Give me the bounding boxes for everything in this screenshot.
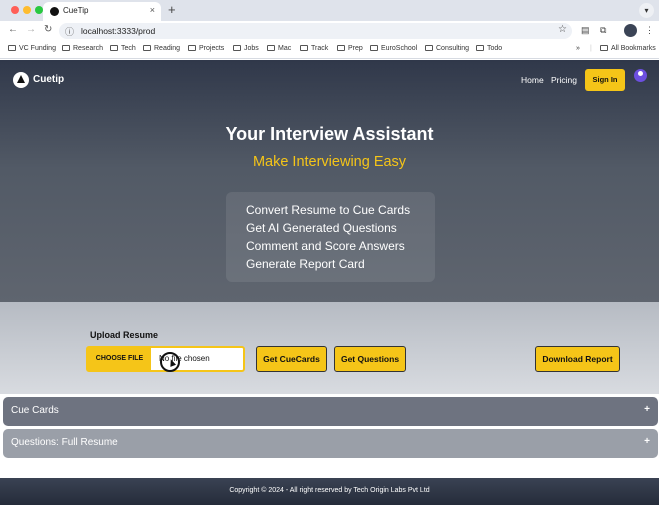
get-questions-button[interactable]: Get Questions <box>334 346 406 372</box>
feature-item: Comment and Score Answers <box>246 239 405 253</box>
bookmark-folder[interactable]: Todo <box>476 45 502 52</box>
forward-icon[interactable]: → <box>26 24 36 35</box>
folder-icon <box>267 45 275 51</box>
feature-item: Convert Resume to Cue Cards <box>246 203 411 217</box>
folder-icon <box>143 45 151 51</box>
accordion-title: Questions: Full Resume <box>11 437 118 448</box>
folder-icon <box>476 45 484 51</box>
cuetip-logo-icon[interactable] <box>13 72 29 88</box>
tab-title: CueTip <box>63 6 89 15</box>
cue-cards-accordion[interactable]: Cue Cards + <box>3 397 658 426</box>
folder-icon <box>8 45 16 51</box>
bookmark-folder[interactable]: EuroSchool <box>370 45 417 52</box>
new-tab-icon[interactable]: + <box>168 2 176 17</box>
tab-close-icon[interactable]: × <box>150 5 155 15</box>
upload-section: Upload Resume CHOOSE FILE No file chosen… <box>0 302 659 394</box>
bookmark-folder[interactable]: Tech <box>110 45 136 52</box>
cuetip-favicon-icon <box>50 7 59 16</box>
feature-item: Generate Report Card <box>246 257 365 271</box>
reload-icon[interactable]: ↻ <box>44 24 52 35</box>
bookmark-folder[interactable]: Prep <box>337 45 363 52</box>
sign-in-button[interactable]: Sign In <box>585 69 625 91</box>
bookmark-folder[interactable]: Track <box>300 45 328 52</box>
folder-icon <box>370 45 378 51</box>
tab-search-icon[interactable]: ▾ <box>639 3 654 18</box>
bookmark-star-icon[interactable]: ☆ <box>558 24 567 35</box>
folder-icon <box>233 45 241 51</box>
brand-name[interactable]: Cuetip <box>33 74 64 85</box>
all-bookmarks[interactable]: All Bookmarks <box>600 45 656 52</box>
back-icon[interactable]: ← <box>8 24 18 35</box>
folder-icon <box>600 45 608 51</box>
bookmark-folder[interactable]: Consulting <box>425 45 469 52</box>
folder-icon <box>188 45 196 51</box>
bookmark-folder[interactable]: Reading <box>143 45 180 52</box>
profile-icon[interactable] <box>624 24 637 37</box>
bookmark-folder[interactable]: Research <box>62 45 103 52</box>
menu-icon[interactable]: ⋮ <box>645 25 654 36</box>
folder-icon <box>300 45 308 51</box>
url-field[interactable]: ⓘ localhost:3333/prod ☆ <box>59 23 572 39</box>
browser-tab-bar: CueTip × + ▾ <box>0 0 659 21</box>
expand-plus-icon[interactable]: + <box>644 436 650 447</box>
bookmarks-divider: | <box>590 45 592 52</box>
folder-icon <box>425 45 433 51</box>
choose-file-button[interactable]: CHOOSE FILE <box>88 348 151 370</box>
bookmark-folder[interactable]: Projects <box>188 45 224 52</box>
minimize-window-icon[interactable] <box>23 6 31 14</box>
close-window-icon[interactable] <box>11 6 19 14</box>
get-cuecards-button[interactable]: Get CueCards <box>256 346 327 372</box>
bookmark-folder[interactable]: VC Funding <box>8 45 56 52</box>
mouse-cursor-icon <box>160 352 180 372</box>
nav-pricing[interactable]: Pricing <box>551 75 577 85</box>
expand-plus-icon[interactable]: + <box>644 404 650 415</box>
accordion-title: Cue Cards <box>11 405 59 416</box>
feature-list: Convert Resume to Cue Cards Get AI Gener… <box>226 192 435 282</box>
user-avatar-icon[interactable] <box>634 69 647 82</box>
page-title: Your Interview Assistant <box>225 124 434 144</box>
footer: Copyright © 2024 - All right reserved by… <box>0 478 659 505</box>
folder-icon <box>62 45 70 51</box>
questions-accordion[interactable]: Questions: Full Resume + <box>3 429 658 458</box>
site-info-icon[interactable]: ⓘ <box>65 25 74 38</box>
hero-section: Cuetip Home Pricing Sign In Your Intervi… <box>0 60 659 302</box>
bookmarks-bar: VC Funding Research Tech Reading Project… <box>0 41 659 59</box>
feature-item: Get AI Generated Questions <box>246 221 397 235</box>
more-bookmarks-icon[interactable]: » <box>576 45 580 52</box>
bookmark-folder[interactable]: Jobs <box>233 45 259 52</box>
page-subtitle: Make Interviewing Easy <box>252 154 407 170</box>
download-report-button[interactable]: Download Report <box>535 346 620 372</box>
folder-icon <box>110 45 118 51</box>
maximize-window-icon[interactable] <box>35 6 43 14</box>
reading-list-icon[interactable]: ▤ <box>581 25 590 36</box>
bookmark-folder[interactable]: Mac <box>267 45 291 52</box>
nav-home[interactable]: Home <box>521 75 544 85</box>
url-text: localhost:3333/prod <box>81 26 156 36</box>
extensions-icon[interactable]: ⧉ <box>600 25 606 36</box>
upload-resume-label: Upload Resume <box>90 330 159 340</box>
folder-icon <box>337 45 345 51</box>
web-page: Cuetip Home Pricing Sign In Your Intervi… <box>0 60 659 505</box>
copyright-text: Copyright © 2024 - All right reserved by… <box>229 487 430 494</box>
browser-tab[interactable]: CueTip × <box>43 2 161 21</box>
address-bar: ← → ↻ ⓘ localhost:3333/prod ☆ ▤ ⧉ ⋮ <box>0 21 659 41</box>
